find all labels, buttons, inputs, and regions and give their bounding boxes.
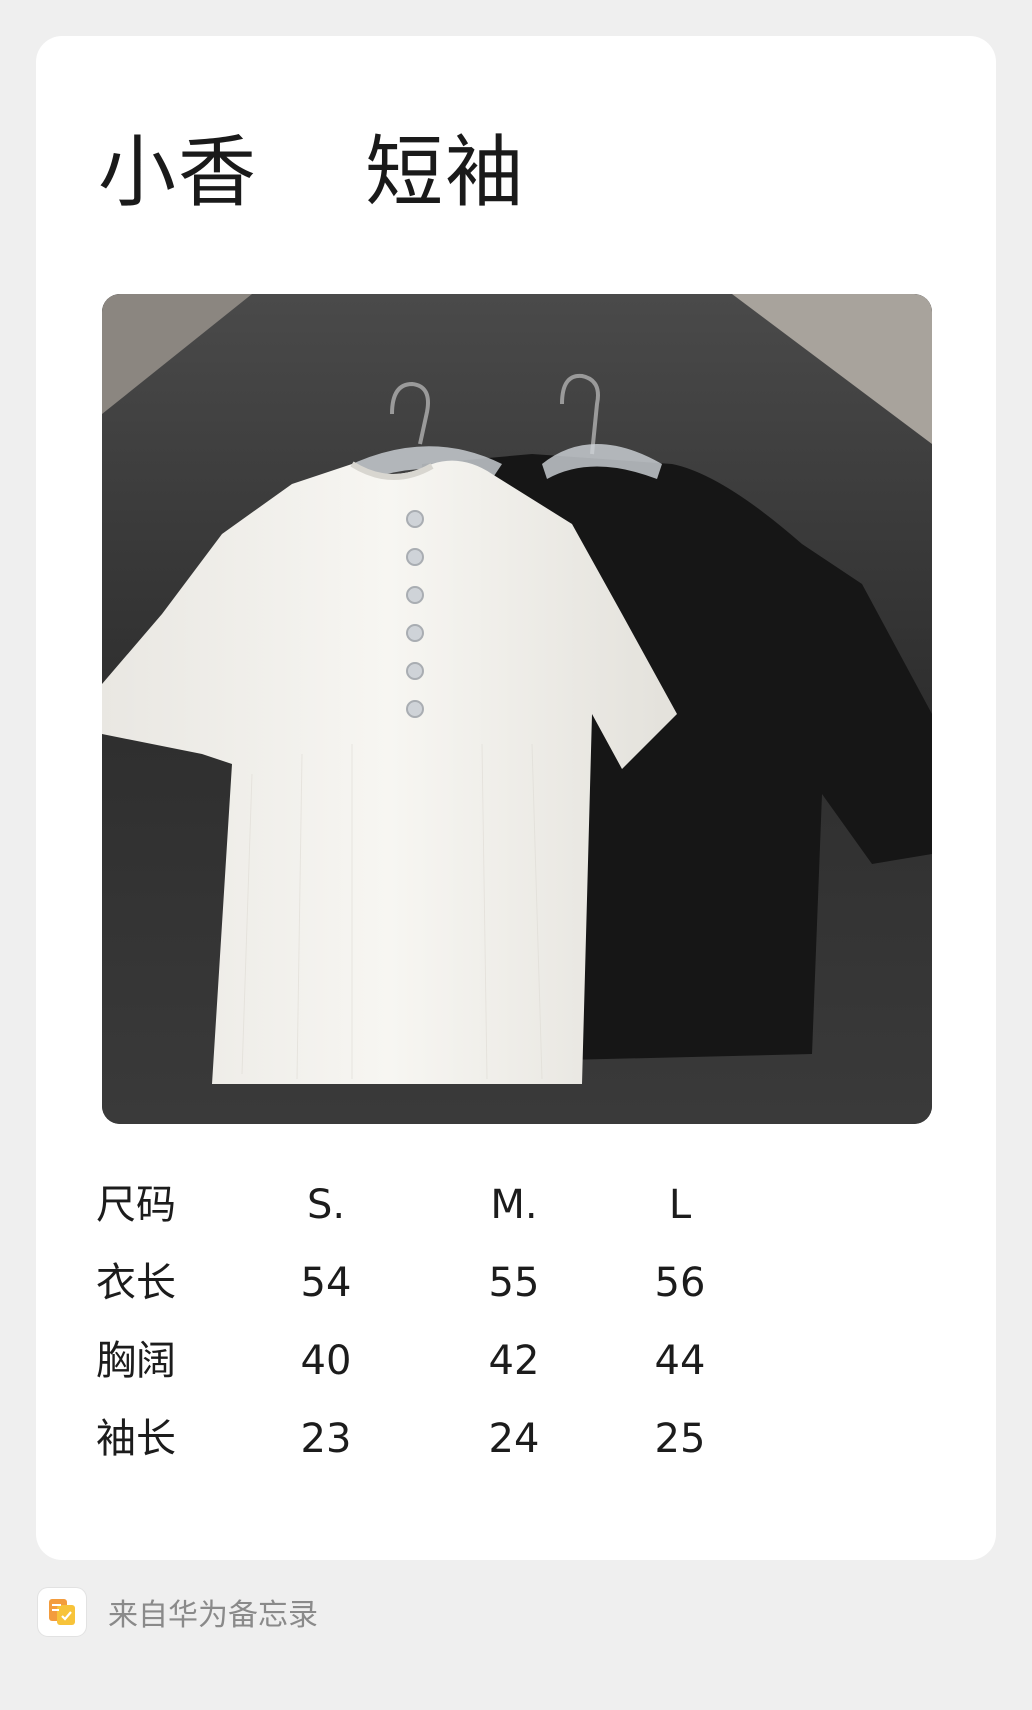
cell-l: 56 — [654, 1260, 706, 1306]
cell-m: 24 — [488, 1416, 540, 1462]
cell-l: 44 — [654, 1338, 706, 1384]
row-label: 衣长 — [96, 1260, 176, 1306]
size-header-s: S. — [306, 1182, 346, 1228]
product-photo[interactable] — [102, 294, 932, 1124]
row-label: 胸阔 — [96, 1338, 176, 1384]
table-row: 袖长 23 24 25 — [96, 1400, 796, 1478]
size-table-header: 尺码 S. M. L — [96, 1166, 796, 1244]
cell-m: 42 — [488, 1338, 540, 1384]
table-row: 胸阔 40 42 44 — [96, 1322, 796, 1400]
size-header-label: 尺码 — [96, 1182, 176, 1228]
page-title: 小香 短袖 — [98, 128, 526, 218]
row-label: 袖长 — [96, 1416, 176, 1462]
note-card: 小香 短袖 尺码 S. M. L 衣长 54 55 56 胸阔 40 42 44… — [36, 36, 996, 1560]
cell-m: 55 — [488, 1260, 540, 1306]
cell-s: 54 — [300, 1260, 352, 1306]
table-row: 衣长 54 55 56 — [96, 1244, 796, 1322]
cell-l: 25 — [654, 1416, 706, 1462]
size-table: 尺码 S. M. L 衣长 54 55 56 胸阔 40 42 44 袖长 23… — [96, 1166, 796, 1478]
size-header-l: L — [668, 1182, 692, 1228]
huawei-notes-icon — [38, 1588, 86, 1636]
cell-s: 40 — [300, 1338, 352, 1384]
size-header-m: M. — [490, 1182, 538, 1228]
cell-s: 23 — [300, 1416, 352, 1462]
footer-text: 来自华为备忘录 — [108, 1598, 318, 1633]
footer-source[interactable]: 来自华为备忘录 — [38, 1588, 318, 1636]
